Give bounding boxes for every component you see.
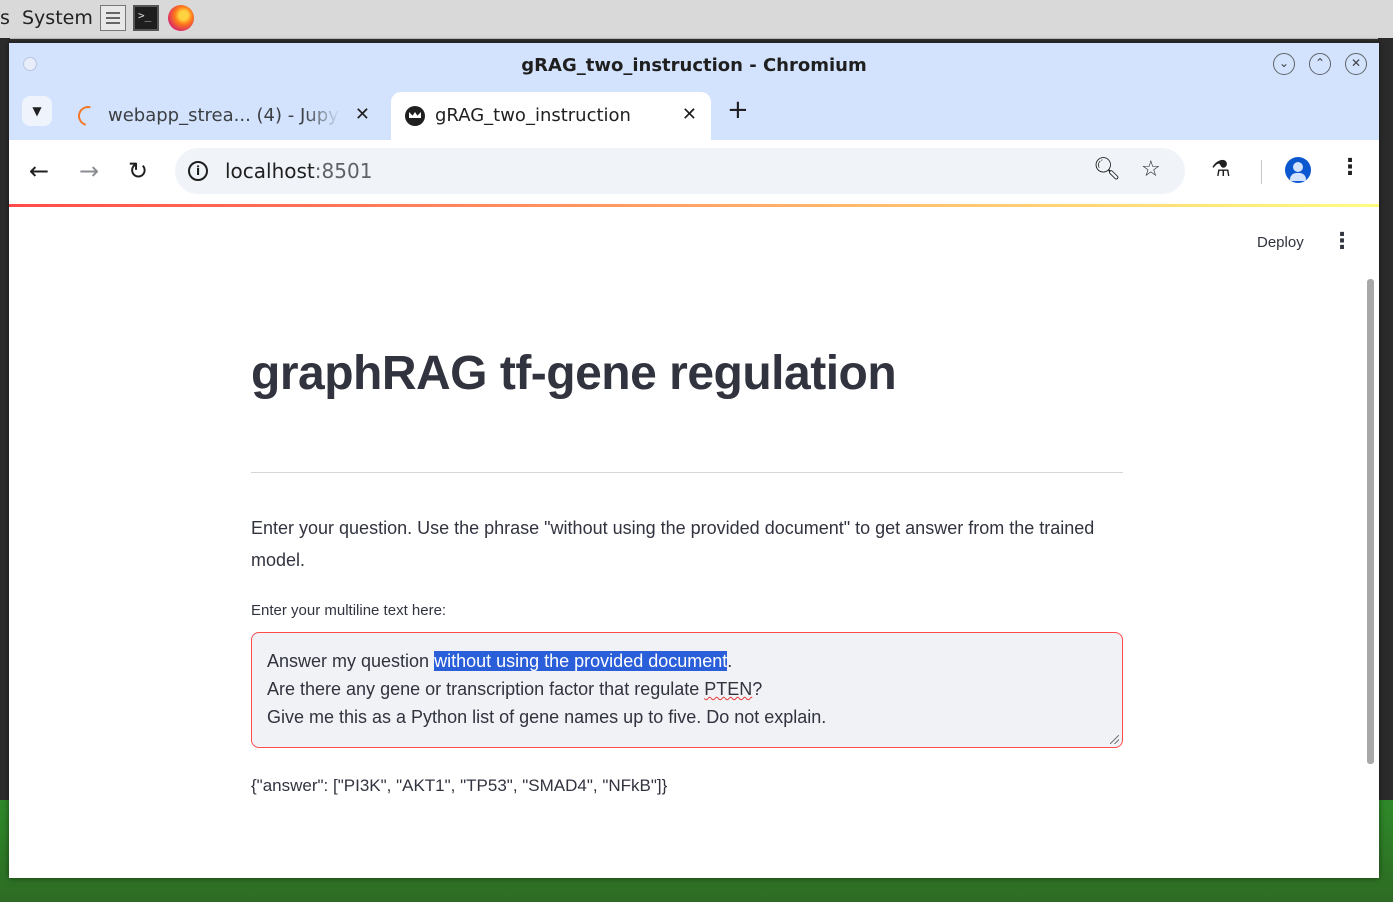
streamlit-page: Deploy ⋮ graphRAG tf-gene regulation Ent… [9,204,1379,878]
close-window-button[interactable]: ✕ [1345,53,1367,75]
site-info-icon[interactable]: i [188,161,208,181]
page-scrollbar[interactable] [1367,279,1374,764]
instructions-text: Enter your question. Use the phrase "wit… [251,518,1095,570]
question-textarea[interactable]: Answer my question without using the pro… [251,632,1123,748]
title-divider [251,472,1123,473]
reload-icon[interactable]: ↻ [128,157,148,185]
tab-label: gRAG_two_instruction [435,105,631,126]
tab-jupyterlab[interactable]: webapp_strea... (4) - JupyterLab ✕ [64,92,384,140]
tab-grag-two-instruction[interactable]: gRAG_two_instruction ✕ [391,92,711,140]
chrome-labs-flask-icon[interactable]: ⚗ [1211,157,1231,182]
tab-label: webapp_strea... (4) - JupyterLab [108,105,340,126]
textarea-resize-handle[interactable] [1110,735,1119,744]
tab-close-icon[interactable]: ✕ [355,104,370,125]
tab-strip: ▼ webapp_strea... (4) - JupyterLab ✕ gRA… [9,88,1379,140]
bookmark-star-icon[interactable]: ☆ [1141,157,1161,182]
loading-spinner-icon [74,102,102,130]
back-arrow-icon[interactable]: ← [29,157,49,185]
file-manager-launcher-icon[interactable] [100,5,126,31]
background-window-right [1378,38,1393,818]
streamlit-decoration-bar [9,204,1379,207]
tab-search-chevron-icon[interactable]: ▼ [22,96,52,126]
deploy-button[interactable]: Deploy [1257,234,1304,251]
maximize-button[interactable]: ⌃ [1309,53,1331,75]
new-tab-button[interactable]: + [727,95,749,125]
textarea-line-3: Give me this as a Python list of gene na… [267,707,827,727]
address-bar[interactable]: i localhost:8501 🔍︎ ☆ [175,148,1185,194]
minimize-button[interactable]: ⌄ [1273,53,1295,75]
streamlit-favicon-icon [405,106,425,126]
textarea-line-1: Answer my question without using the pro… [267,651,733,671]
browser-window: gRAG_two_instruction - Chromium ⌄ ⌃ ✕ ▼ … [9,43,1379,878]
firefox-launcher-icon[interactable] [168,5,194,31]
answer-output: {"answer": ["PI3K", "AKT1", "TP53", "SMA… [251,776,668,795]
forward-arrow-icon[interactable]: → [79,157,99,185]
desktop-top-panel: s System [0,0,1393,39]
window-title: gRAG_two_instruction - Chromium [521,55,867,76]
selected-text: without using the provided document [434,651,728,671]
misspelled-word: PTEN [704,679,753,699]
system-menu[interactable]: System [22,7,93,29]
terminal-launcher-icon[interactable] [133,5,159,31]
url-text[interactable]: localhost:8501 [225,159,372,183]
profile-avatar-icon[interactable] [1285,157,1311,183]
textarea-label: Enter your multiline text here: [251,602,447,619]
toolbar-separator [1261,160,1262,184]
browser-menu-kebab-icon[interactable]: ⋮ [1339,155,1361,180]
textarea-line-2: Are there any gene or transcription fact… [267,679,763,699]
window-titlebar[interactable]: gRAG_two_instruction - Chromium ⌄ ⌃ ✕ [9,43,1379,88]
page-title: graphRAG tf-gene regulation [251,347,897,400]
browser-toolbar: ← → ↻ i localhost:8501 🔍︎ ☆ ⚗ ⋮ [9,140,1379,204]
applications-menu-fragment[interactable]: s [0,7,10,29]
main-menu-kebab-icon[interactable]: ⋮ [1331,229,1353,254]
zoom-icon[interactable]: 🔍︎ [1093,157,1121,182]
tab-close-icon[interactable]: ✕ [682,104,697,125]
